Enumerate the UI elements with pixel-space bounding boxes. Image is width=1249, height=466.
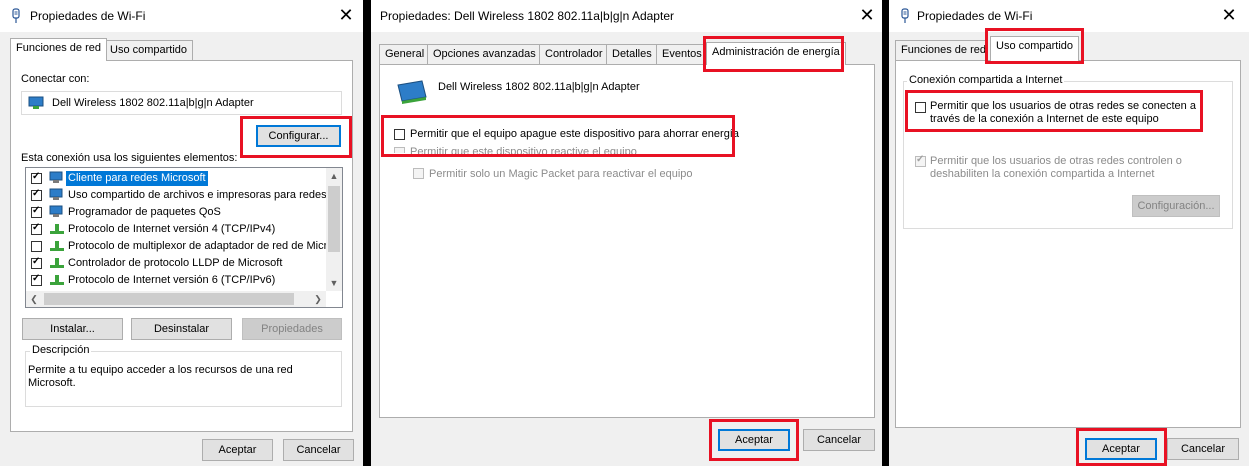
- protocol-icon: [50, 258, 64, 268]
- sharing-config-button[interactable]: Configuración...: [1132, 195, 1220, 217]
- network-client-icon: [49, 171, 63, 183]
- allow-sharing-checkbox[interactable]: [915, 102, 926, 113]
- wifi-properties-icon: [12, 8, 20, 23]
- list-item-checkbox[interactable]: [31, 205, 42, 218]
- title-bar: Propiedades de Wi-Fi ✕: [889, 0, 1249, 32]
- close-button[interactable]: ✕: [334, 4, 358, 28]
- adapter-name: Dell Wireless 1802 802.11a|b|g|n Adapter: [438, 81, 640, 93]
- scroll-left-icon[interactable]: ❮: [26, 291, 42, 307]
- tab-sharing[interactable]: Uso compartido: [104, 40, 194, 61]
- tab-network-functions[interactable]: Funciones de red: [895, 40, 987, 61]
- dialog-adapter-properties: Propiedades: Dell Wireless 1802 802.11a|…: [371, 0, 882, 466]
- dialog-wifi-properties-sharing: Propiedades de Wi-Fi ✕ Funciones de red …: [889, 0, 1249, 466]
- magic-packet-checkbox[interactable]: [413, 168, 424, 179]
- network-client-icon: [49, 205, 63, 217]
- ok-button[interactable]: Aceptar: [202, 439, 273, 461]
- allow-power-off-label: Permitir que el equipo apague este dispo…: [410, 128, 739, 140]
- ok-button[interactable]: Aceptar: [1085, 438, 1157, 460]
- list-item-label: Programador de paquetes QoS: [68, 206, 221, 218]
- scroll-down-icon[interactable]: ▼: [326, 275, 342, 291]
- list-item-label: Uso compartido de archivos e impresoras …: [68, 189, 339, 201]
- cancel-button[interactable]: Cancelar: [803, 429, 875, 451]
- tab-panel: Dell Wireless 1802 802.11a|b|g|n Adapter…: [379, 64, 875, 418]
- list-item-checkbox[interactable]: [31, 256, 42, 269]
- allow-wake-checkbox[interactable]: [394, 147, 405, 153]
- window-title: Propiedades de Wi-Fi: [917, 9, 1033, 23]
- adapter-name: Dell Wireless 1802 802.11a|b|g|n Adapter: [52, 97, 254, 109]
- close-button[interactable]: ✕: [1217, 4, 1241, 28]
- tab-general[interactable]: General: [379, 44, 431, 65]
- list-item-label: Cliente para redes Microsoft: [66, 171, 208, 186]
- ics-group-label: Conexión compartida a Internet: [907, 74, 1065, 86]
- list-item-label: Protocolo de Internet versión 4 (TCP/IPv…: [68, 223, 276, 235]
- horizontal-scrollbar[interactable]: ❮ ❯: [26, 291, 326, 307]
- list-item-label: Protocolo de multiplexor de adaptador de…: [68, 240, 339, 252]
- tab-network-functions[interactable]: Funciones de red: [10, 38, 107, 61]
- allow-sharing-label: Permitir que los usuarios de otras redes…: [930, 100, 1196, 125]
- allow-wake-label: Permitir que este dispositivo reactive e…: [410, 146, 637, 154]
- adapter-field: Dell Wireless 1802 802.11a|b|g|n Adapter: [21, 91, 342, 115]
- list-item[interactable]: Uso compartido de archivos e impresoras …: [26, 187, 339, 204]
- tab-driver[interactable]: Controlador: [539, 44, 609, 65]
- horizontal-scroll-thumb[interactable]: [44, 293, 294, 305]
- title-bar: Propiedades: Dell Wireless 1802 802.11a|…: [371, 0, 882, 32]
- dialog-wifi-properties-network: Propiedades de Wi-Fi ✕ Funciones de red …: [0, 0, 363, 466]
- list-item-checkbox[interactable]: [31, 241, 42, 252]
- list-item-checkbox[interactable]: [31, 222, 42, 235]
- install-button[interactable]: Instalar...: [22, 318, 123, 340]
- tab-events[interactable]: Eventos: [656, 44, 708, 65]
- list-item[interactable]: Protocolo de Internet versión 4 (TCP/IPv…: [26, 221, 326, 238]
- magic-packet-label: Permitir solo un Magic Packet para react…: [429, 168, 693, 180]
- description-label: Descripción: [30, 344, 92, 356]
- description-group: Descripción Permite a tu equipo acceder …: [25, 344, 342, 407]
- list-item[interactable]: Cliente para redes Microsoft: [26, 170, 326, 187]
- list-item-checkbox[interactable]: [31, 273, 42, 286]
- scroll-up-icon[interactable]: ▲: [326, 168, 342, 184]
- uninstall-button[interactable]: Desinstalar: [131, 318, 232, 340]
- window-title: Propiedades: Dell Wireless 1802 802.11a|…: [380, 9, 674, 23]
- cancel-button[interactable]: Cancelar: [1167, 438, 1239, 460]
- cancel-button[interactable]: Cancelar: [283, 439, 354, 461]
- list-item-checkbox[interactable]: [31, 171, 42, 184]
- close-button[interactable]: ✕: [855, 4, 879, 28]
- tab-details[interactable]: Detalles: [606, 44, 658, 65]
- network-adapter-icon: [28, 96, 44, 109]
- window-title: Propiedades de Wi-Fi: [30, 9, 146, 23]
- list-item[interactable]: Protocolo de multiplexor de adaptador de…: [26, 238, 339, 255]
- list-item-label: Controlador de protocolo LLDP de Microso…: [68, 257, 283, 269]
- list-item[interactable]: Programador de paquetes QoS: [26, 204, 326, 221]
- allow-power-off-checkbox[interactable]: [394, 129, 405, 140]
- allow-control-label: Permitir que los usuarios de otras redes…: [930, 155, 1182, 180]
- vertical-scroll-thumb[interactable]: [328, 186, 340, 252]
- title-bar: Propiedades de Wi-Fi ✕: [0, 0, 363, 32]
- allow-control-checkbox[interactable]: [915, 154, 926, 167]
- network-adapter-icon: [397, 80, 427, 104]
- wifi-properties-icon: [901, 8, 909, 23]
- components-list[interactable]: Cliente para redes Microsoft Uso comparti…: [25, 167, 343, 308]
- tab-sharing[interactable]: Uso compartido: [990, 36, 1080, 61]
- list-item[interactable]: Protocolo de Internet versión 6 (TCP/IPv…: [26, 272, 326, 289]
- list-item[interactable]: Controlador de protocolo LLDP de Microso…: [26, 255, 326, 272]
- tab-panel: Conexión compartida a Internet Permitir …: [895, 60, 1241, 428]
- ok-button[interactable]: Aceptar: [718, 429, 790, 451]
- tab-power-management[interactable]: Administración de energía: [706, 42, 846, 65]
- connect-label: Conectar con:: [21, 73, 90, 85]
- protocol-icon: [50, 275, 64, 285]
- vertical-scrollbar[interactable]: ▲ ▼: [326, 168, 342, 291]
- list-item-label: Protocolo de Internet versión 6 (TCP/IPv…: [68, 274, 276, 286]
- tab-panel: Conectar con: Dell Wireless 1802 802.11a…: [10, 60, 353, 432]
- configure-button[interactable]: Configurar...: [256, 125, 341, 147]
- protocol-icon: [50, 241, 64, 251]
- scroll-right-icon[interactable]: ❯: [310, 291, 326, 307]
- items-label: Esta conexión usa los siguientes element…: [21, 152, 238, 164]
- list-item-checkbox[interactable]: [31, 188, 42, 201]
- tab-advanced-options[interactable]: Opciones avanzadas: [427, 44, 542, 65]
- network-client-icon: [49, 188, 63, 200]
- description-text: Permite a tu equipo acceder a los recurs…: [28, 364, 293, 389]
- protocol-icon: [50, 224, 64, 234]
- properties-button[interactable]: Propiedades: [242, 318, 342, 340]
